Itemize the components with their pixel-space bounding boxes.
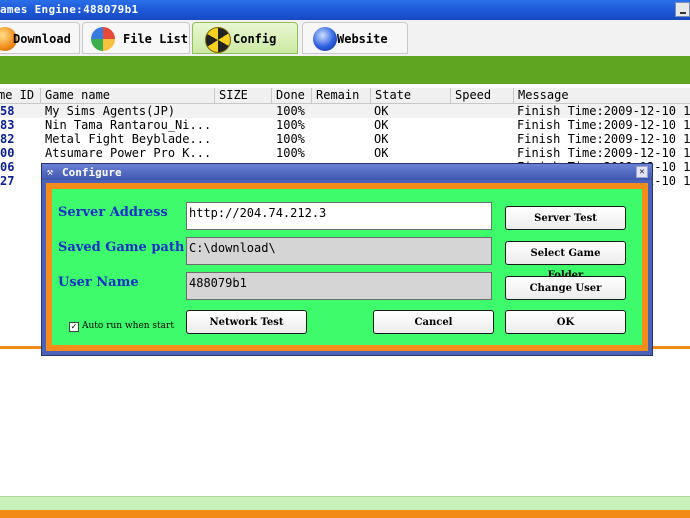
row-done: 100%	[276, 132, 305, 146]
row-message: Finish Time:2009-12-10 14	[517, 132, 690, 146]
row-state: OK	[374, 146, 389, 160]
table-row[interactable]: 83 Nin Tama Rantarou_Ni... 100% OK Finis…	[0, 118, 690, 132]
row-id: 82	[0, 132, 15, 146]
server-test-button[interactable]: Server Test	[505, 206, 626, 230]
title-bar: ames Engine:488079b1	[0, 0, 690, 20]
col-header-message[interactable]: Message	[513, 88, 690, 103]
tab-file-list[interactable]: File List	[82, 22, 190, 54]
row-done: 100%	[276, 146, 305, 160]
tab-config-label: Config	[233, 32, 277, 46]
globe-icon	[313, 27, 337, 51]
cancel-button[interactable]: Cancel	[373, 310, 494, 334]
window-title: ames Engine:488079b1	[0, 3, 139, 16]
dialog-title-bar[interactable]: ⚒ Configure ✕	[42, 164, 652, 180]
tab-file-list-label: File List	[123, 32, 189, 46]
row-state: OK	[374, 118, 389, 132]
row-state: OK	[374, 104, 389, 118]
minimize-button[interactable]	[675, 2, 690, 17]
bottom-orange-bar	[0, 510, 690, 518]
row-game-name: Atsumare Power Pro K...	[45, 146, 212, 160]
row-done: 100%	[276, 104, 305, 118]
row-id: 83	[0, 118, 15, 132]
user-name-field[interactable]: 488079b1	[186, 272, 492, 300]
row-id: 00	[0, 146, 15, 160]
tab-config[interactable]: Config	[192, 22, 298, 54]
col-header-size[interactable]: SIZE	[214, 88, 271, 103]
row-game-name: Nin Tama Rantarou_Ni...	[45, 118, 212, 132]
tab-download-label: Download	[13, 32, 71, 46]
dialog-body-frame: Server Address http://204.74.212.3 Saved…	[46, 183, 648, 351]
col-header-game-name[interactable]: Game name	[40, 88, 214, 103]
tab-download[interactable]: Download	[0, 22, 80, 54]
server-address-label: Server Address	[58, 205, 168, 220]
row-done: 100%	[276, 118, 305, 132]
auto-run-label: Auto run when start	[82, 321, 174, 331]
table-row[interactable]: 58 My Sims Agents(JP) 100% OK Finish Tim…	[0, 104, 690, 118]
server-address-field[interactable]: http://204.74.212.3	[186, 202, 492, 230]
status-bar	[0, 496, 690, 511]
saved-game-path-field[interactable]: C:\download\	[186, 237, 492, 265]
row-game-name: Metal Fight Beyblade...	[45, 132, 212, 146]
col-header-remain[interactable]: Remain	[311, 88, 370, 103]
select-game-folder-button[interactable]: Select Game Folder	[505, 241, 626, 281]
tab-website-label: Website	[337, 32, 388, 46]
col-header-done[interactable]: Done	[271, 88, 311, 103]
toolbar: Download File List Config Website	[0, 20, 690, 57]
table-row[interactable]: 00 Atsumare Power Pro K... 100% OK Finis…	[0, 146, 690, 160]
row-state: OK	[374, 132, 389, 146]
row-id: 58	[0, 104, 15, 118]
user-name-label: User Name	[58, 275, 139, 290]
green-band	[0, 56, 690, 84]
radiation-icon	[205, 27, 231, 53]
col-header-speed[interactable]: Speed	[450, 88, 513, 103]
saved-game-path-label: Saved Game path	[58, 240, 185, 255]
dialog-title: Configure	[62, 166, 122, 179]
row-game-name: My Sims Agents(JP)	[45, 104, 176, 118]
row-message: Finish Time:2009-12-10 14	[517, 146, 690, 160]
table-header: me ID Game name SIZE Done Remain State S…	[0, 88, 690, 104]
row-message: Finish Time:2009-12-10 14	[517, 118, 690, 132]
row-id: 27	[0, 174, 15, 188]
table-row[interactable]: 82 Metal Fight Beyblade... 100% OK Finis…	[0, 132, 690, 146]
row-id: 06	[0, 160, 15, 174]
col-header-id[interactable]: me ID	[0, 88, 40, 103]
network-test-button[interactable]: Network Test	[186, 310, 307, 334]
configure-dialog: ⚒ Configure ✕ Server Address http://204.…	[41, 163, 653, 356]
settings-icon: ⚒	[47, 167, 54, 178]
ok-button[interactable]: OK	[505, 310, 626, 334]
dialog-content: Server Address http://204.74.212.3 Saved…	[52, 189, 642, 345]
col-header-state[interactable]: State	[370, 88, 450, 103]
row-message: Finish Time:2009-12-10 14	[517, 104, 690, 118]
pie-chart-icon	[91, 27, 115, 51]
close-icon[interactable]: ✕	[636, 166, 648, 178]
tab-website[interactable]: Website	[302, 22, 408, 54]
change-user-button[interactable]: Change User	[505, 276, 626, 300]
auto-run-checkbox[interactable]: ✓	[69, 322, 79, 332]
